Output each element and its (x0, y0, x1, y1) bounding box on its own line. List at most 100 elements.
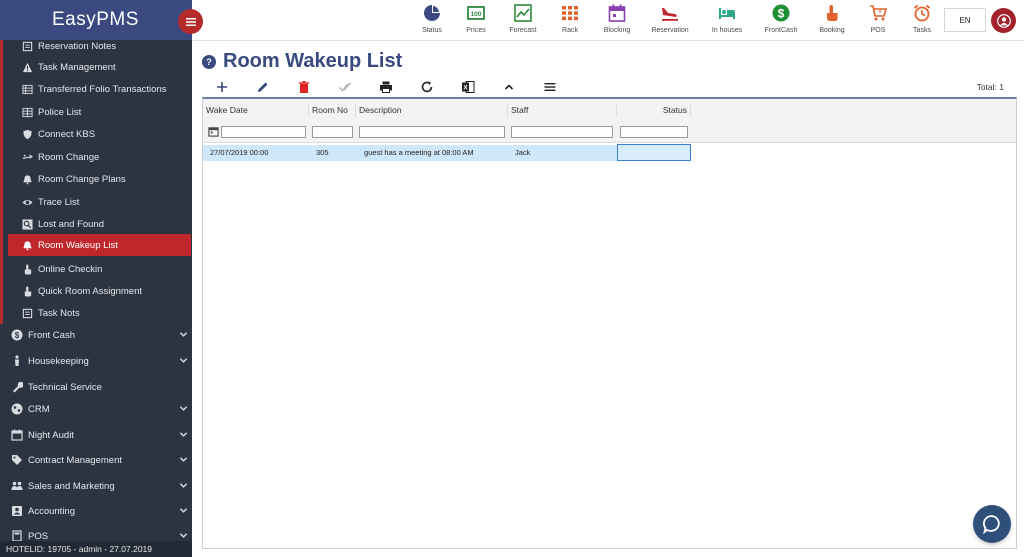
edit-button[interactable] (254, 78, 272, 96)
nav-pos[interactable]: + POS (853, 4, 903, 38)
warning-icon (20, 60, 34, 74)
total-count: Total: 1 (976, 82, 1004, 92)
sidebar-group-technical-service[interactable]: Technical Service (0, 376, 192, 398)
approve-button[interactable] (336, 78, 354, 96)
sidebar-item-label: Quick Room Assignment (38, 285, 143, 297)
nav-status[interactable]: Status (407, 4, 457, 38)
sidebar-item-label: Online Checkin (38, 263, 103, 275)
sidebar-group-label: POS (28, 530, 49, 542)
chevron-down-icon (179, 457, 188, 462)
table-icon (20, 105, 34, 119)
sidebar-group-contract-management[interactable]: Contract Management (0, 449, 192, 471)
filter-description[interactable] (359, 126, 505, 138)
sidebar-item-label: Reservation Notes (38, 40, 117, 52)
sidebar-item-connect-kbs[interactable]: Connect KBS (8, 123, 191, 145)
sidebar-item-task-management[interactable]: Task Management (8, 56, 191, 78)
language-button[interactable]: EN (944, 8, 986, 32)
nav-frontcash[interactable]: $ FrontCash (756, 4, 806, 38)
print-button[interactable] (377, 78, 395, 96)
chevron-down-icon (179, 483, 188, 488)
grid-icon (562, 6, 578, 21)
sidebar-item-room-wakeup-list[interactable]: Room Wakeup List (8, 234, 191, 256)
sidebar-group-label: Front Cash (28, 329, 75, 341)
column-header-status[interactable]: Status (617, 103, 691, 117)
refresh-button[interactable] (418, 78, 436, 96)
filter-staff[interactable] (511, 126, 613, 138)
chevron-down-icon (179, 332, 188, 337)
sidebar-group-label: Technical Service (28, 381, 102, 393)
column-header-description[interactable]: Description (356, 103, 508, 117)
chat-button[interactable] (973, 505, 1011, 543)
sidebar-item-quick-room-assignment[interactable]: Quick Room Assignment (8, 280, 191, 302)
help-icon[interactable]: ? (202, 54, 216, 69)
people-icon (10, 479, 24, 493)
contact-icon (10, 504, 24, 518)
chevron-down-icon (179, 508, 188, 513)
column-header-wake-date[interactable]: Wake Date (203, 103, 309, 117)
wakeup-grid: Wake Date Room No Description Staff Stat… (202, 97, 1017, 549)
svg-text:100: 100 (471, 11, 482, 18)
sidebar-item-trace-list[interactable]: Trace List (8, 191, 191, 213)
line-chart-icon (514, 4, 532, 22)
column-header-room-no[interactable]: Room No (309, 103, 356, 117)
export-excel-button[interactable]: X (459, 78, 477, 96)
nav-tasks[interactable]: Tasks (897, 4, 947, 38)
chevron-down-icon (179, 533, 188, 538)
calendar-icon[interactable] (208, 126, 219, 137)
nav-reservation[interactable]: Reservation (645, 4, 695, 38)
sidebar-item-room-change[interactable]: Room Change (8, 146, 191, 168)
chevron-down-icon (179, 358, 188, 363)
dollar-circle-icon: $ (10, 328, 24, 342)
add-button[interactable] (213, 78, 231, 96)
sidebar-item-room-change-plans[interactable]: Room Change Plans (8, 168, 191, 190)
check-icon (338, 82, 352, 92)
print-icon (380, 81, 392, 93)
sidebar-item-task-nots[interactable]: Task Nots (8, 302, 191, 324)
svg-text:$: $ (778, 7, 785, 21)
hotel-id-footer: HOTELID: 19705 - admin - 27.07.2019 (0, 541, 192, 557)
nav-prices[interactable]: 100 Prices (451, 4, 501, 38)
page-title: Room Wakeup List (223, 50, 403, 72)
columns-menu-button[interactable] (541, 78, 559, 96)
sidebar-group-accounting[interactable]: Accounting (0, 500, 192, 522)
sidebar-group-sales-marketing[interactable]: Sales and Marketing (0, 475, 192, 497)
sidebar-group-night-audit[interactable]: Night Audit (0, 424, 192, 446)
nav-in-houses[interactable]: In houses (702, 4, 752, 38)
sidebar: EasyPMS Reservation Notes Task Managemen… (0, 0, 192, 557)
nav-blocking[interactable]: Blocking (592, 4, 642, 38)
nav-booking[interactable]: Booking (807, 4, 857, 38)
cell-status[interactable] (617, 144, 691, 161)
user-avatar[interactable] (991, 8, 1016, 33)
menu-toggle-button[interactable] (178, 9, 203, 34)
calendar-icon (10, 428, 24, 442)
delete-button[interactable] (295, 78, 313, 96)
sidebar-item-lost-and-found[interactable]: Lost and Found (8, 213, 191, 235)
nav-rack[interactable]: Rack (545, 4, 595, 38)
sidebar-item-label: Transferred Folio Transactions (38, 83, 167, 95)
sidebar-group-housekeeping[interactable]: Housekeeping (0, 350, 192, 372)
filter-wake-date[interactable] (221, 126, 306, 138)
sidebar-group-crm[interactable]: CRM (0, 398, 192, 420)
globe-icon (10, 402, 24, 416)
nav-forecast[interactable]: Forecast (498, 4, 548, 38)
collapse-button[interactable] (500, 78, 518, 96)
cell-description: guest has a meeting at 08:00 AM (364, 148, 474, 157)
sidebar-item-label: Connect KBS (38, 128, 96, 140)
sidebar-item-label: Police List (38, 106, 82, 118)
sidebar-item-transferred-folio[interactable]: Transferred Folio Transactions (8, 78, 191, 100)
grid-header: Wake Date Room No Description Staff Stat… (203, 99, 1016, 143)
filter-room-no[interactable] (312, 126, 353, 138)
chevron-up-icon (504, 84, 514, 90)
calendar-icon (608, 4, 626, 22)
svg-text:$: $ (15, 331, 20, 340)
sidebar-group-label: Accounting (28, 505, 76, 517)
refresh-icon (421, 81, 433, 93)
sidebar-group-label: Sales and Marketing (28, 480, 115, 492)
sidebar-group-front-cash[interactable]: $ Front Cash (0, 324, 192, 346)
column-header-staff[interactable]: Staff (508, 103, 617, 117)
filter-status[interactable] (620, 126, 688, 138)
sidebar-item-online-checkin[interactable]: Online Checkin (8, 258, 191, 280)
sidebar-item-reservation-notes[interactable]: Reservation Notes (8, 35, 191, 57)
brand-logo[interactable]: EasyPMS (0, 0, 192, 40)
sidebar-item-police-list[interactable]: Police List (8, 101, 191, 123)
